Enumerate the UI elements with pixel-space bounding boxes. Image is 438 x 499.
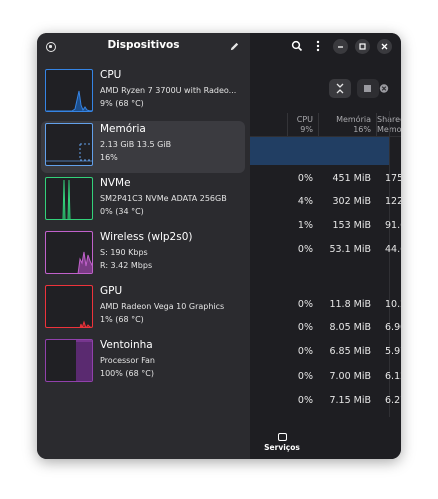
cell-shared-memory: 6.12 MiB <box>385 371 401 382</box>
column-header-memory-value: 16% <box>353 125 371 134</box>
device-item-wireless[interactable]: Wireless (wlp2s0) S: 190 Kbps R: 3.42 Mb… <box>41 229 245 281</box>
search-icon[interactable] <box>291 40 303 52</box>
column-header-memory-label: Memória <box>336 115 371 124</box>
device-name: NVMe <box>100 177 131 189</box>
table-row[interactable]: 0% 6.85 MiB 5.97 MiB <box>250 346 401 360</box>
table-row[interactable]: 0% 8.05 MiB 6.90 MiB <box>250 322 401 336</box>
device-model: SM2P41C3 NVMe ADATA 256GB <box>100 194 227 203</box>
table-row[interactable]: 0% 11.8 MiB 10.2 MiB <box>250 299 401 313</box>
device-usage: 100% (68 °C) <box>100 369 154 378</box>
cell-cpu: 0% <box>297 371 313 382</box>
device-model: AMD Radeon Vega 10 Graphics <box>100 302 225 311</box>
cell-shared-memory: 5.97 MiB <box>385 346 401 357</box>
device-usage: 0% (34 °C) <box>100 207 144 216</box>
minimize-button[interactable] <box>333 39 348 54</box>
table-row[interactable]: 0% 451 MiB 175 MiB <box>250 173 401 187</box>
device-item-nvme[interactable]: NVMe SM2P41C3 NVMe ADATA 256GB 0% (34 °C… <box>41 175 245 227</box>
device-receive-rate: R: 3.42 Mbps <box>100 261 153 270</box>
cpu-usage-graph <box>45 69 93 112</box>
table-row[interactable]: 0% 53.1 MiB 44.6 MiB <box>250 244 401 258</box>
device-usage: 9% (68 °C) <box>100 99 144 108</box>
kill-process-button[interactable] <box>378 79 390 98</box>
device-name: GPU <box>100 285 123 297</box>
cell-memory: 53.1 MiB <box>329 244 371 255</box>
cell-memory: 451 MiB <box>332 173 371 184</box>
table-row[interactable]: 0% 7.00 MiB 6.12 MiB <box>250 371 401 385</box>
device-send-rate: S: 190 Kbps <box>100 248 148 257</box>
cell-memory: 6.85 MiB <box>329 346 371 357</box>
sidebar-title: Dispositivos <box>107 39 180 51</box>
cell-shared-memory: 122 MiB <box>385 196 401 207</box>
app-window: Dispositivos CPU AMD Ryzen 7 3700U with … <box>37 33 401 459</box>
column-header-cpu-value: 9% <box>300 125 313 134</box>
tab-services[interactable]: Serviços <box>262 433 302 452</box>
close-button[interactable] <box>377 39 392 54</box>
cell-cpu: 0% <box>297 244 313 255</box>
table-row[interactable]: 0% 7.15 MiB 6.27 MiB <box>250 395 401 409</box>
device-model: 2.13 GiB 13.5 GiB <box>100 140 172 149</box>
close-icon <box>381 43 388 50</box>
collapse-button[interactable] <box>329 79 351 98</box>
table-row[interactable]: 1% 153 MiB 91.6 MiB <box>250 220 401 234</box>
maximize-icon <box>359 43 366 50</box>
cell-shared-memory: 44.6 MiB <box>385 244 401 255</box>
gpu-usage-graph <box>45 285 93 328</box>
stop-icon <box>364 85 371 92</box>
cell-memory: 11.8 MiB <box>329 299 371 310</box>
device-name: Memória <box>100 123 146 135</box>
device-model: Processor Fan <box>100 356 155 365</box>
cell-shared-memory: 6.27 MiB <box>385 395 401 406</box>
column-header-memory[interactable]: Memória 16% <box>319 115 371 135</box>
cell-cpu: 4% <box>297 196 313 207</box>
kebab-menu-icon[interactable] <box>312 40 324 52</box>
cell-cpu: 1% <box>297 220 313 231</box>
cell-cpu: 0% <box>297 346 313 357</box>
cell-memory: 7.15 MiB <box>329 395 371 406</box>
cell-shared-memory: 10.2 MiB <box>385 299 401 310</box>
device-usage: 1% (68 °C) <box>100 315 144 324</box>
cell-cpu: 0% <box>297 299 313 310</box>
device-name: Wireless (wlp2s0) <box>100 231 193 243</box>
device-name: Ventoinha <box>100 339 153 351</box>
maximize-button[interactable] <box>355 39 370 54</box>
fan-usage-graph <box>45 339 93 382</box>
device-name: CPU <box>100 69 122 81</box>
services-icon <box>277 433 287 441</box>
cell-memory: 153 MiB <box>332 220 371 231</box>
kill-icon <box>379 84 389 93</box>
cell-cpu: 0% <box>297 395 313 406</box>
memory-usage-graph <box>45 123 93 166</box>
cell-memory: 7.00 MiB <box>329 371 371 382</box>
tab-services-label: Serviços <box>264 443 300 452</box>
cell-cpu: 0% <box>297 322 313 333</box>
device-model: AMD Ryzen 7 3700U with Radeo... <box>100 86 237 95</box>
cell-memory: 8.05 MiB <box>329 322 371 333</box>
sidebar-header: Dispositivos <box>37 33 250 61</box>
collapse-icon <box>336 83 344 94</box>
cell-shared-memory: 175 MiB <box>385 173 401 184</box>
nvme-usage-graph <box>45 177 93 220</box>
device-usage: 16% <box>100 153 118 162</box>
column-header-cpu[interactable]: CPU 9% <box>288 115 313 135</box>
wireless-usage-graph <box>45 231 93 274</box>
cell-memory: 302 MiB <box>332 196 371 207</box>
stop-process-button[interactable] <box>357 79 379 98</box>
device-item-cpu[interactable]: CPU AMD Ryzen 7 3700U with Radeo... 9% (… <box>41 67 245 119</box>
cell-shared-memory: 6.90 MiB <box>385 322 401 333</box>
device-item-memory[interactable]: Memória 2.13 GiB 13.5 GiB 16% <box>41 121 245 173</box>
device-item-fan[interactable]: Ventoinha Processor Fan 100% (68 °C) <box>41 337 245 389</box>
pencil-icon[interactable] <box>229 41 240 52</box>
selected-table-row[interactable] <box>250 137 390 165</box>
cell-cpu: 0% <box>297 173 313 184</box>
table-row[interactable]: 4% 302 MiB 122 MiB <box>250 196 401 210</box>
device-item-gpu[interactable]: GPU AMD Radeon Vega 10 Graphics 1% (68 °… <box>41 283 245 335</box>
column-header-cpu-label: CPU <box>296 115 313 124</box>
minimize-icon <box>338 46 343 48</box>
sidebar: Dispositivos CPU AMD Ryzen 7 3700U with … <box>37 33 250 459</box>
cell-shared-memory: 91.6 MiB <box>385 220 401 231</box>
main-panel: CPU 9% Memória 16% Shared Memory 0%451 M… <box>250 33 401 459</box>
